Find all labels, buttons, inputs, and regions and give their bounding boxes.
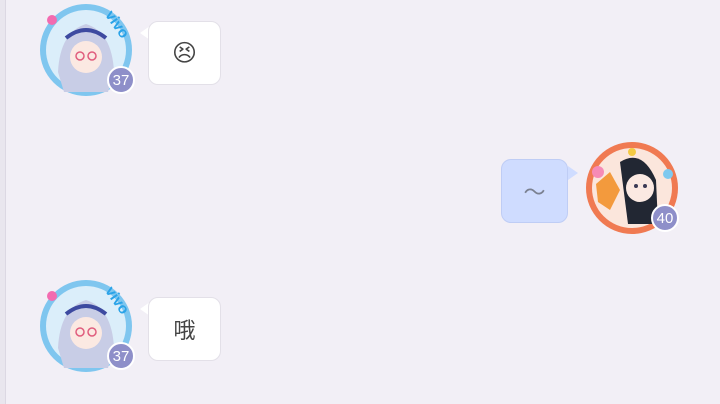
level-badge: 40	[651, 204, 679, 232]
message-text: 哦	[173, 319, 196, 344]
avatar[interactable]: 40	[584, 140, 680, 236]
message-bubble[interactable]: 哦	[148, 297, 221, 361]
message-bubble[interactable]: ～	[501, 159, 568, 223]
message-bubble[interactable]: 😣	[148, 21, 221, 85]
emoji-sticker: 😣	[171, 39, 198, 67]
message-row-incoming: vivo 37 哦	[0, 276, 720, 376]
level-badge: 37	[107, 66, 135, 94]
message-text: ～	[523, 181, 546, 206]
avatar[interactable]: vivo 37	[38, 2, 135, 98]
level-badge: 37	[107, 342, 135, 370]
message-row-incoming: vivo 37 😣	[0, 0, 720, 100]
bubble-tail	[568, 166, 578, 180]
message-row-outgoing: ～ 40	[0, 138, 720, 238]
avatar[interactable]: vivo 37	[38, 278, 135, 374]
